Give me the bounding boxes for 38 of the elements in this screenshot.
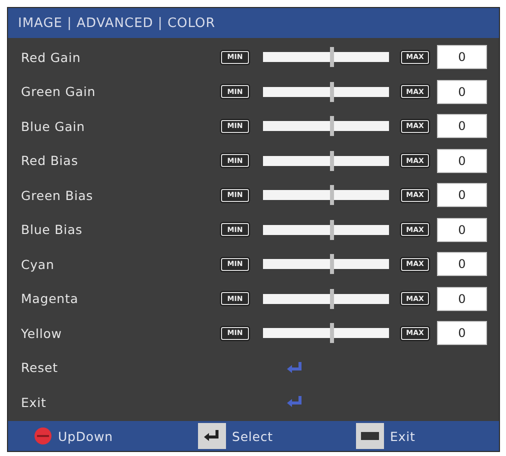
setting-label: Green Gain: [21, 84, 97, 100]
value-field[interactable]: 0: [437, 45, 487, 70]
slider-thumb[interactable]: [330, 47, 334, 68]
setting-label: Yellow: [21, 326, 63, 341]
menu-item[interactable]: Reset: [21, 360, 286, 376]
slider-thumb[interactable]: [330, 185, 334, 206]
value-field[interactable]: 0: [437, 252, 487, 276]
slider-thumb[interactable]: [330, 254, 334, 274]
value-field[interactable]: 0: [437, 148, 487, 173]
setting-label: Blue Bias: [21, 222, 84, 238]
setting-label: Blue Gain: [21, 118, 86, 134]
setting-label: Red Bias: [21, 153, 80, 168]
menu-key-icon: [356, 423, 384, 449]
slider-thumb[interactable]: [330, 116, 334, 136]
menu-item[interactable]: Exit: [21, 394, 286, 410]
enter-icon: [286, 395, 304, 410]
setting-label: Green Bias: [21, 188, 94, 203]
footer-hint: Select: [232, 428, 273, 444]
enter-icon: [286, 360, 304, 375]
updown-icon: [34, 427, 52, 445]
value-field[interactable]: 0: [437, 218, 487, 242]
slider-thumb[interactable]: [330, 288, 334, 309]
footer-hint: Exit: [390, 428, 416, 444]
enter-icon: [203, 429, 221, 443]
slider-thumb[interactable]: [330, 150, 334, 171]
slider-thumb[interactable]: [330, 220, 334, 240]
slider-thumb[interactable]: [330, 323, 334, 344]
value-field[interactable]: 0: [437, 286, 487, 311]
value-field[interactable]: 0: [437, 183, 487, 208]
setting-label: Magenta: [21, 291, 80, 306]
value-field[interactable]: 0: [437, 80, 487, 104]
footer-hint: UpDown: [58, 428, 113, 444]
value-field[interactable]: 0: [437, 114, 487, 138]
setting-label: Red Gain: [21, 50, 82, 65]
setting-label: Cyan: [21, 256, 56, 272]
slider-thumb[interactable]: [330, 82, 334, 102]
value-field[interactable]: 0: [437, 321, 487, 346]
breadcrumb-title: IMAGE | ADVANCED | COLOR: [8, 8, 499, 38]
